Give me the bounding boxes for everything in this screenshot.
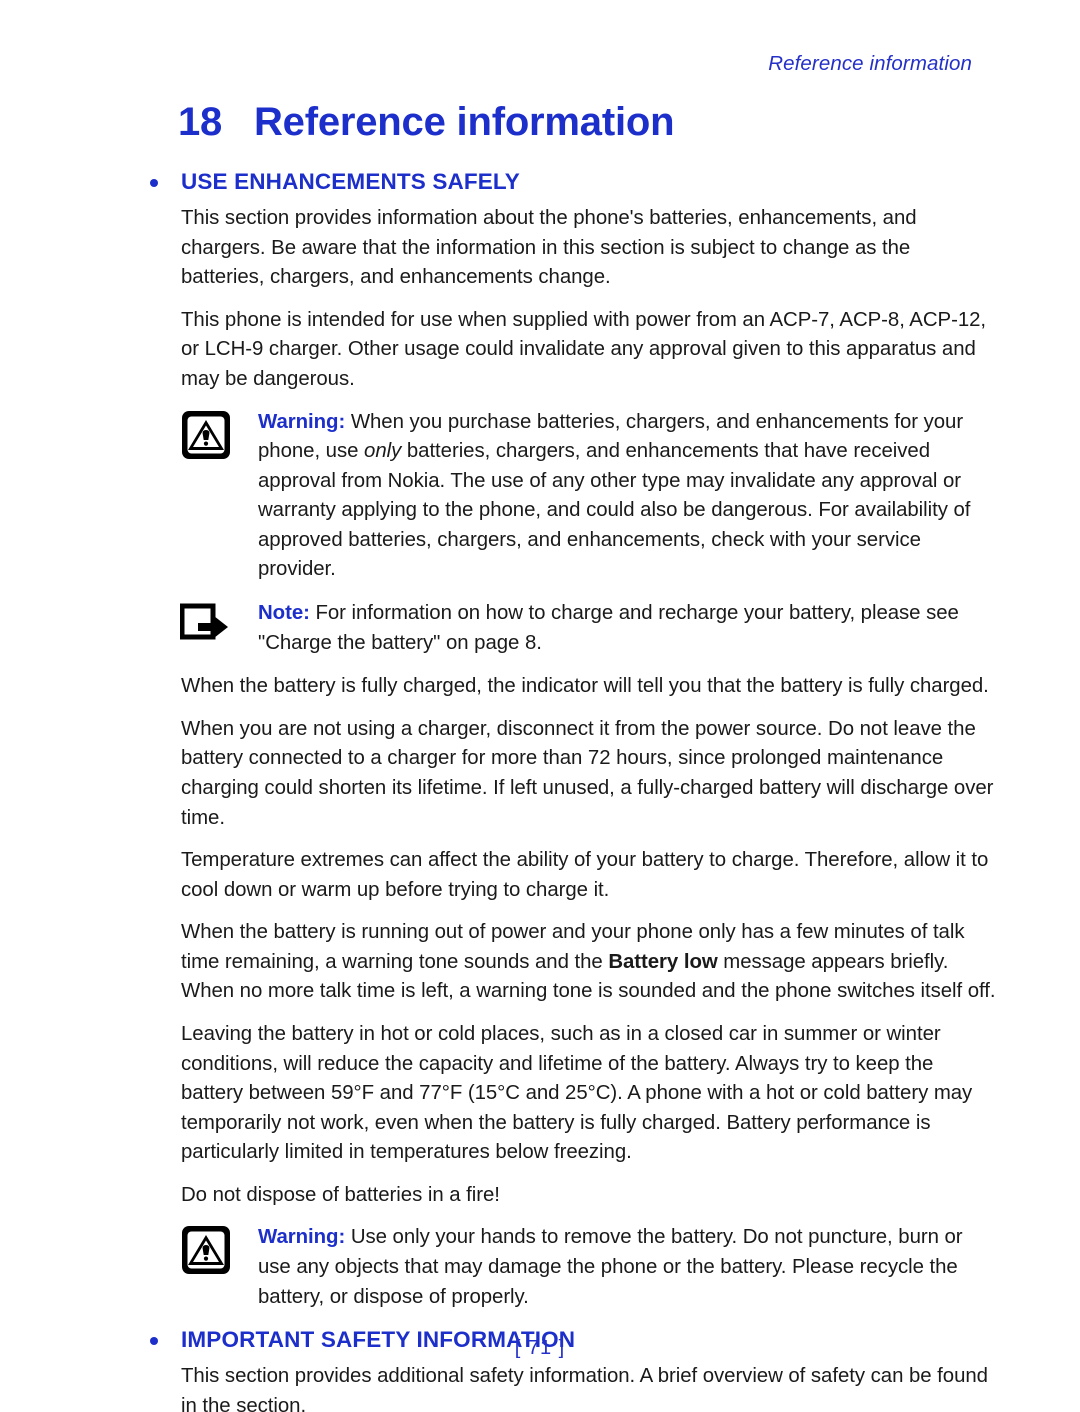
paragraph-battery-low: When the battery is running out of power…: [146, 918, 998, 1007]
note-label: Note:: [258, 602, 310, 625]
paragraph-intro: This section provides information about …: [181, 207, 917, 289]
battery-low-message: Battery low: [608, 950, 718, 973]
warning-block-enhancements: Warning: When you purchase batteries, ch…: [146, 408, 998, 585]
paragraph-temperature-extremes: Temperature extremes can affect the abil…: [181, 849, 989, 901]
note-body: For information on how to charge and rec…: [258, 602, 959, 654]
section-heading-use-enhancements-safely: USE ENHANCEMENTS SAFELY: [146, 168, 998, 196]
warning-block-remove-battery: Warning: Use only your hands to remove t…: [146, 1223, 998, 1312]
note-arrow-icon: [180, 601, 232, 651]
paragraph-disconnect-charger: When you are not using a charger, discon…: [181, 717, 994, 829]
warning-text-remove-battery: Warning: Use only your hands to remove t…: [258, 1223, 998, 1312]
paragraph-safety-overview: This section provides additional safety …: [181, 1365, 988, 1412]
warning-body-italic: only: [364, 440, 402, 463]
warning-body: Use only your hands to remove the batter…: [258, 1226, 963, 1308]
paragraph-chargers: This phone is intended for use when supp…: [181, 308, 987, 391]
note-text-charge-battery: Note: For information on how to charge a…: [258, 599, 998, 658]
chapter-title-text: Reference information: [254, 100, 675, 144]
warning-label: Warning:: [258, 1226, 346, 1249]
warning-text-enhancements: Warning: When you purchase batteries, ch…: [258, 408, 998, 585]
section-heading-label: USE ENHANCEMENTS SAFELY: [181, 169, 520, 194]
warning-triangle-icon: [180, 1225, 232, 1275]
paragraph-fully-charged: When the battery is fully charged, the i…: [181, 675, 989, 698]
page-number: [ 71 ]: [514, 1337, 566, 1359]
bullet-icon: [150, 178, 158, 187]
paragraph-hot-cold-places: Leaving the battery in hot or cold place…: [181, 1023, 973, 1164]
warning-label: Warning:: [258, 410, 346, 433]
note-block-charge-battery: Note: For information on how to charge a…: [146, 599, 998, 658]
paragraph-do-not-dispose: Do not dispose of batteries in a fire!: [181, 1183, 500, 1206]
document-page: Reference information 18 Reference inform…: [0, 0, 1080, 1412]
page-title: 18 Reference information: [178, 100, 675, 145]
chapter-number: 18: [178, 100, 223, 144]
warning-triangle-icon: [180, 410, 232, 460]
running-header: Reference information: [768, 52, 972, 75]
page-content: USE ENHANCEMENTS SAFELY This section pro…: [146, 168, 998, 1412]
